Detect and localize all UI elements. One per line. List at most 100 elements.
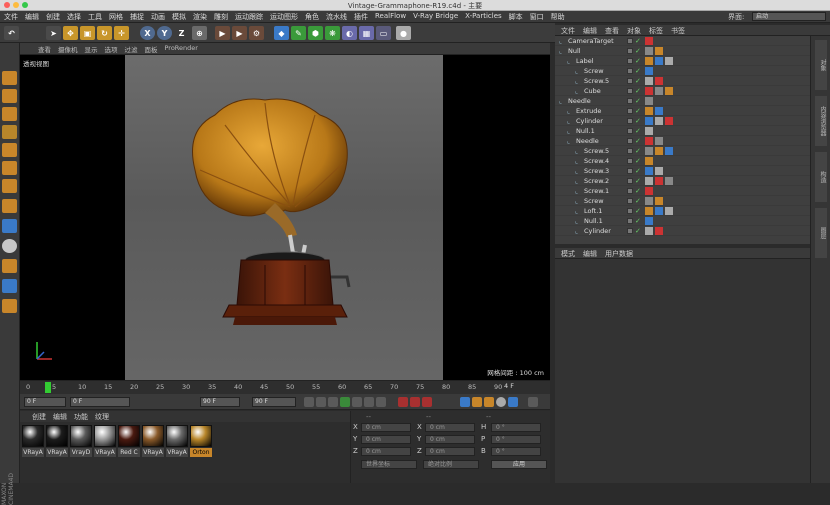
axis-x-button[interactable]: X <box>140 26 155 40</box>
object-row[interactable]: ⌞ CameraTarget ✓ <box>555 36 810 46</box>
object-row[interactable]: ⌞ Cylinder ✓ <box>555 116 810 126</box>
material-swatch[interactable]: VRayA <box>142 425 164 459</box>
rotation-field[interactable]: 0 ° <box>491 435 541 444</box>
object-row[interactable]: ⌞ Cube ✓ <box>555 86 810 96</box>
object-tag-icon[interactable] <box>655 137 663 145</box>
material-swatch[interactable]: VRayA <box>166 425 188 459</box>
visibility-toggle[interactable] <box>627 108 633 114</box>
enable-check-icon[interactable]: ✓ <box>635 207 641 215</box>
object-tag-icon[interactable] <box>645 87 653 95</box>
object-tag-icon[interactable] <box>655 107 663 115</box>
object-tag-icon[interactable] <box>645 177 653 185</box>
viewport-menu-item[interactable]: ProRender <box>165 44 198 54</box>
axis-z-button[interactable]: Z <box>174 26 189 40</box>
material-swatch[interactable]: Red C <box>118 425 140 459</box>
object-tag-icon[interactable] <box>655 47 663 55</box>
rotation-field[interactable]: 0 ° <box>491 423 541 432</box>
attribute-menu-item[interactable]: 模式 <box>561 249 575 259</box>
object-tag-icon[interactable] <box>645 207 653 215</box>
right-panel-tab[interactable]: 图层 <box>815 208 827 258</box>
material-menu-item[interactable]: 功能 <box>74 412 88 422</box>
right-panel-tab[interactable]: 对象 <box>815 40 827 90</box>
position-field[interactable]: 0 cm <box>361 435 411 444</box>
sculpt-icon[interactable] <box>2 299 17 313</box>
object-tag-icon[interactable] <box>645 187 653 195</box>
key-parameter-icon[interactable] <box>496 397 506 407</box>
menu-item[interactable]: 编辑 <box>25 12 39 22</box>
quantize-icon[interactable] <box>2 259 17 273</box>
workplane-icon[interactable] <box>2 125 17 139</box>
visibility-toggle[interactable] <box>627 188 633 194</box>
object-tag-icon[interactable] <box>645 157 653 165</box>
object-tag-icon[interactable] <box>665 57 673 65</box>
playhead[interactable] <box>45 382 51 393</box>
make-editable-icon[interactable] <box>2 71 17 85</box>
enable-check-icon[interactable]: ✓ <box>635 47 641 55</box>
lock-workplane-icon[interactable] <box>2 279 17 293</box>
object-tag-icon[interactable] <box>645 147 653 155</box>
select-arrow-icon[interactable]: ➤ <box>46 26 61 40</box>
rotate-tool-icon[interactable]: ↻ <box>97 26 112 40</box>
edges-mode-icon[interactable] <box>2 161 17 175</box>
visibility-toggle[interactable] <box>627 178 633 184</box>
visibility-toggle[interactable] <box>627 48 633 54</box>
object-tag-icon[interactable] <box>645 97 653 105</box>
menu-item[interactable]: 选择 <box>67 12 81 22</box>
enable-check-icon[interactable]: ✓ <box>635 167 641 175</box>
object-row[interactable]: ⌞ Screw.2 ✓ <box>555 176 810 186</box>
tweak-mode-icon[interactable] <box>2 219 17 233</box>
layout-select[interactable]: 启动 <box>752 12 826 21</box>
object-tag-icon[interactable] <box>645 117 653 125</box>
size-field[interactable]: 0 cm <box>425 435 475 444</box>
viewport-menu-item[interactable]: 过滤 <box>125 44 138 54</box>
object-row[interactable]: ⌞ Screw.5 ✓ <box>555 146 810 156</box>
visibility-toggle[interactable] <box>627 168 633 174</box>
object-tag-icon[interactable] <box>645 167 653 175</box>
object-row[interactable]: ⌞ Extrude ✓ <box>555 106 810 116</box>
render-picture-viewer-icon[interactable]: ▶ <box>232 26 247 40</box>
object-tag-icon[interactable] <box>645 227 653 235</box>
visibility-toggle[interactable] <box>627 158 633 164</box>
menu-item[interactable]: 脚本 <box>509 12 523 22</box>
menu-item[interactable]: 窗口 <box>530 12 544 22</box>
object-tag-icon[interactable] <box>645 67 653 75</box>
visibility-toggle[interactable] <box>627 68 633 74</box>
key-pla-icon[interactable] <box>508 397 518 407</box>
object-tag-icon[interactable] <box>655 227 663 235</box>
position-field[interactable]: 0 cm <box>361 447 411 456</box>
viewport-menu-item[interactable]: 查看 <box>38 44 51 54</box>
key-rotation-icon[interactable] <box>484 397 494 407</box>
subdivision-icon[interactable]: ⬢ <box>308 26 323 40</box>
object-row[interactable]: ⌞ Null.1 ✓ <box>555 126 810 136</box>
object-row[interactable]: ⌞ Needle ✓ <box>555 96 810 106</box>
object-tag-icon[interactable] <box>645 127 653 135</box>
object-menu-item[interactable]: 标签 <box>649 26 663 36</box>
material-menu-item[interactable]: 创建 <box>32 412 46 422</box>
enable-check-icon[interactable]: ✓ <box>635 227 641 235</box>
visibility-toggle[interactable] <box>627 58 633 64</box>
menu-item[interactable]: 网格 <box>109 12 123 22</box>
snap-icon[interactable] <box>2 239 17 253</box>
object-menu-item[interactable]: 文件 <box>561 26 575 36</box>
menu-item[interactable]: X-Particles <box>465 12 501 22</box>
object-tag-icon[interactable] <box>655 117 663 125</box>
enable-check-icon[interactable]: ✓ <box>635 67 641 75</box>
material-swatch[interactable]: Orton <box>190 425 212 459</box>
menu-item[interactable]: 角色 <box>305 12 319 22</box>
previous-frame-icon[interactable] <box>328 397 338 407</box>
material-swatch[interactable]: VrayD <box>70 425 92 459</box>
points-mode-icon[interactable] <box>2 143 17 157</box>
attribute-menu-item[interactable]: 编辑 <box>583 249 597 259</box>
apply-button[interactable]: 应用 <box>491 460 547 469</box>
axis-mode-icon[interactable] <box>2 199 17 213</box>
material-menu-item[interactable]: 纹理 <box>95 412 109 422</box>
enable-check-icon[interactable]: ✓ <box>635 117 641 125</box>
material-swatch[interactable]: VRayA <box>94 425 116 459</box>
right-panel-tab[interactable]: 内容浏览器 <box>815 96 827 146</box>
coordinate-mode-select[interactable]: 世界坐标 <box>361 460 417 469</box>
enable-check-icon[interactable]: ✓ <box>635 157 641 165</box>
timeline-ruler[interactable]: 0 5 10 15 20 25 30 35 40 45 50 55 60 65 70 75 80 85 90 4 F <box>20 380 550 394</box>
menu-item[interactable]: 雕刻 <box>214 12 228 22</box>
attribute-menu-item[interactable]: 用户数据 <box>605 249 633 259</box>
object-tag-icon[interactable] <box>665 177 673 185</box>
